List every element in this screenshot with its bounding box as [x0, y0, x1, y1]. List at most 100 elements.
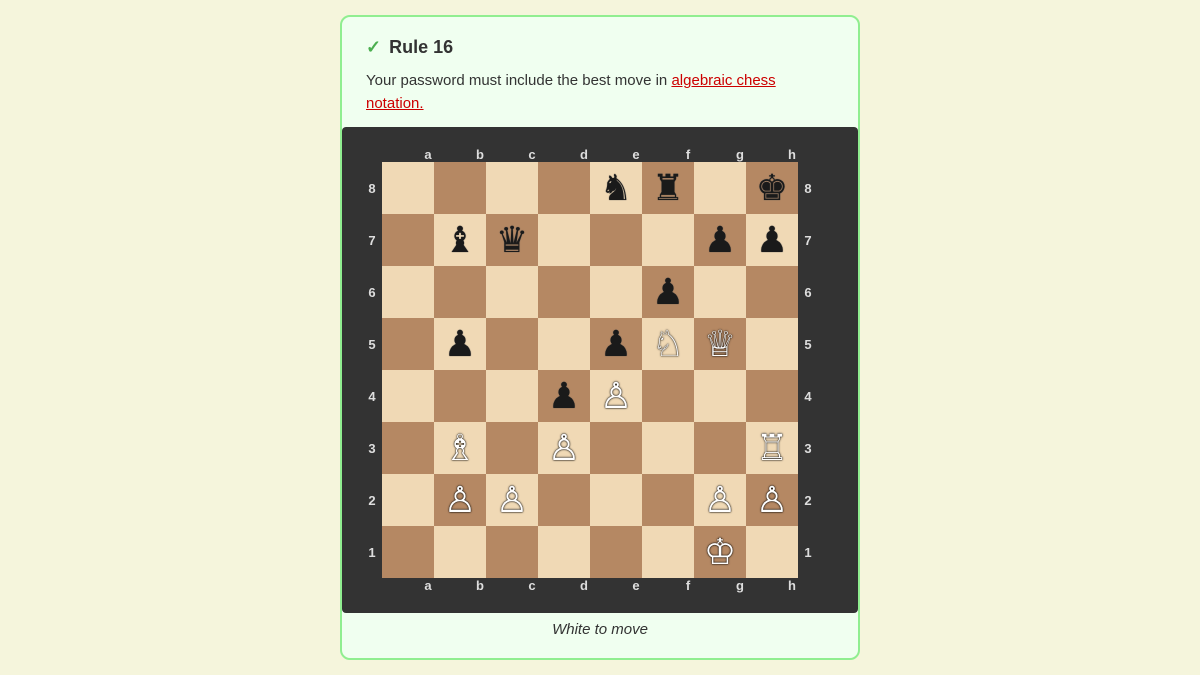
- col-label-top-a: a: [402, 147, 454, 162]
- square-a8[interactable]: [382, 162, 434, 214]
- square-g8[interactable]: [694, 162, 746, 214]
- square-h4[interactable]: [746, 370, 798, 422]
- chess-container: abcdefgh 8♞♜♚87♝♛♟♟76♟65♟♟♘♕54♟♙43♗♙♖32♙…: [366, 127, 834, 638]
- square-e5[interactable]: ♟: [590, 318, 642, 370]
- square-c4[interactable]: [486, 370, 538, 422]
- square-g2[interactable]: ♙: [694, 474, 746, 526]
- square-h2[interactable]: ♙: [746, 474, 798, 526]
- square-a5[interactable]: [382, 318, 434, 370]
- square-e6[interactable]: [590, 266, 642, 318]
- square-c8[interactable]: [486, 162, 538, 214]
- square-f5[interactable]: ♘: [642, 318, 694, 370]
- square-e7[interactable]: [590, 214, 642, 266]
- board-row-2: 2♙♙♙♙2: [362, 474, 838, 526]
- square-d6[interactable]: [538, 266, 590, 318]
- square-c5[interactable]: [486, 318, 538, 370]
- square-b8[interactable]: [434, 162, 486, 214]
- board-caption: White to move: [552, 621, 648, 638]
- row-label-right-3: 3: [798, 441, 818, 456]
- square-h1[interactable]: [746, 526, 798, 578]
- col-label-bot-e: e: [610, 578, 662, 593]
- piece-f8: ♜: [652, 170, 684, 206]
- square-f1[interactable]: [642, 526, 694, 578]
- square-a2[interactable]: [382, 474, 434, 526]
- col-label-top-d: d: [558, 147, 610, 162]
- square-d5[interactable]: [538, 318, 590, 370]
- check-icon: ✓: [366, 37, 381, 58]
- square-b1[interactable]: [434, 526, 486, 578]
- square-f8[interactable]: ♜: [642, 162, 694, 214]
- square-b4[interactable]: [434, 370, 486, 422]
- square-e4[interactable]: ♙: [590, 370, 642, 422]
- square-h6[interactable]: [746, 266, 798, 318]
- square-a1[interactable]: [382, 526, 434, 578]
- square-c3[interactable]: [486, 422, 538, 474]
- square-g5[interactable]: ♕: [694, 318, 746, 370]
- piece-h8: ♚: [756, 170, 788, 206]
- piece-f6: ♟: [652, 274, 684, 310]
- square-e8[interactable]: ♞: [590, 162, 642, 214]
- square-e3[interactable]: [590, 422, 642, 474]
- col-label-bot-a: a: [402, 578, 454, 593]
- square-d2[interactable]: [538, 474, 590, 526]
- square-g1[interactable]: ♔: [694, 526, 746, 578]
- square-c2[interactable]: ♙: [486, 474, 538, 526]
- square-d3[interactable]: ♙: [538, 422, 590, 474]
- row-label-left-1: 1: [362, 545, 382, 560]
- square-h3[interactable]: ♖: [746, 422, 798, 474]
- square-c7[interactable]: ♛: [486, 214, 538, 266]
- square-a4[interactable]: [382, 370, 434, 422]
- square-f3[interactable]: [642, 422, 694, 474]
- rule-header: ✓ Rule 16: [366, 37, 834, 58]
- square-f2[interactable]: [642, 474, 694, 526]
- square-a6[interactable]: [382, 266, 434, 318]
- board-top-labels: abcdefgh: [362, 147, 838, 162]
- piece-c2: ♙: [496, 482, 528, 518]
- square-a7[interactable]: [382, 214, 434, 266]
- square-d8[interactable]: [538, 162, 590, 214]
- row-label-left-3: 3: [362, 441, 382, 456]
- col-label-bot-c: c: [506, 578, 558, 593]
- square-g3[interactable]: [694, 422, 746, 474]
- square-h5[interactable]: [746, 318, 798, 370]
- board-rows-wrapper: 8♞♜♚87♝♛♟♟76♟65♟♟♘♕54♟♙43♗♙♖32♙♙♙♙21♔1: [362, 162, 838, 578]
- square-f4[interactable]: [642, 370, 694, 422]
- square-b2[interactable]: ♙: [434, 474, 486, 526]
- piece-g1: ♔: [704, 534, 736, 570]
- row-label-right-4: 4: [798, 389, 818, 404]
- piece-h3: ♖: [756, 430, 788, 466]
- square-f7[interactable]: [642, 214, 694, 266]
- square-g6[interactable]: [694, 266, 746, 318]
- col-label-bot-g: g: [714, 578, 766, 593]
- piece-e4: ♙: [600, 378, 632, 414]
- rule-card: ✓ Rule 16 Your password must include the…: [340, 15, 860, 660]
- col-label-bot-h: h: [766, 578, 818, 593]
- board-row-7: 7♝♛♟♟7: [362, 214, 838, 266]
- square-e2[interactable]: [590, 474, 642, 526]
- square-a3[interactable]: [382, 422, 434, 474]
- square-b3[interactable]: ♗: [434, 422, 486, 474]
- row-label-left-6: 6: [362, 285, 382, 300]
- board-row-1: 1♔1: [362, 526, 838, 578]
- board-bottom-labels: abcdefgh: [362, 578, 838, 593]
- square-e1[interactable]: [590, 526, 642, 578]
- piece-b3: ♗: [444, 430, 476, 466]
- square-d1[interactable]: [538, 526, 590, 578]
- col-label-top-e: e: [610, 147, 662, 162]
- square-b7[interactable]: ♝: [434, 214, 486, 266]
- square-g4[interactable]: [694, 370, 746, 422]
- row-label-right-6: 6: [798, 285, 818, 300]
- square-d4[interactable]: ♟: [538, 370, 590, 422]
- square-c1[interactable]: [486, 526, 538, 578]
- square-h7[interactable]: ♟: [746, 214, 798, 266]
- col-label-bot-f: f: [662, 578, 714, 593]
- square-b5[interactable]: ♟: [434, 318, 486, 370]
- square-g7[interactable]: ♟: [694, 214, 746, 266]
- square-c6[interactable]: [486, 266, 538, 318]
- square-h8[interactable]: ♚: [746, 162, 798, 214]
- col-label-top-h: h: [766, 147, 818, 162]
- square-d7[interactable]: [538, 214, 590, 266]
- row-label-right-8: 8: [798, 181, 818, 196]
- square-b6[interactable]: [434, 266, 486, 318]
- square-f6[interactable]: ♟: [642, 266, 694, 318]
